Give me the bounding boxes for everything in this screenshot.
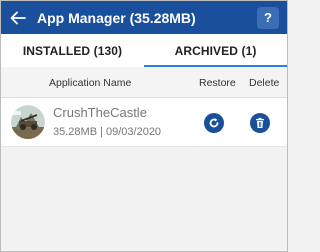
trash-icon: [256, 117, 264, 128]
tab-archived[interactable]: ARCHIVED (1): [144, 34, 287, 67]
column-header-delete: Delete: [249, 77, 280, 89]
tab-bar: INSTALLED (130) ARCHIVED (1): [1, 34, 287, 67]
app-meta: 35.28MB | 09/03/2020: [53, 126, 162, 138]
app-window: App Manager (35.28MB) ? INSTALLED (130) …: [0, 0, 288, 252]
castle-game-icon: [11, 105, 45, 139]
app-bar: App Manager (35.28MB) ?: [1, 1, 287, 34]
column-header-restore: Restore: [199, 77, 236, 89]
restore-icon: [209, 118, 219, 128]
delete-button[interactable]: [250, 113, 270, 133]
page-title: App Manager (35.28MB): [37, 9, 196, 26]
restore-button[interactable]: [204, 113, 224, 133]
help-button[interactable]: ?: [257, 6, 279, 29]
table-header: Application Name Restore Delete: [1, 67, 287, 98]
column-header-name: Application Name: [49, 77, 132, 89]
arrow-left-icon: [10, 11, 26, 24]
tab-installed[interactable]: INSTALLED (130): [1, 34, 144, 67]
back-button[interactable]: [1, 1, 35, 34]
app-name: CrushTheCastle: [53, 105, 147, 120]
